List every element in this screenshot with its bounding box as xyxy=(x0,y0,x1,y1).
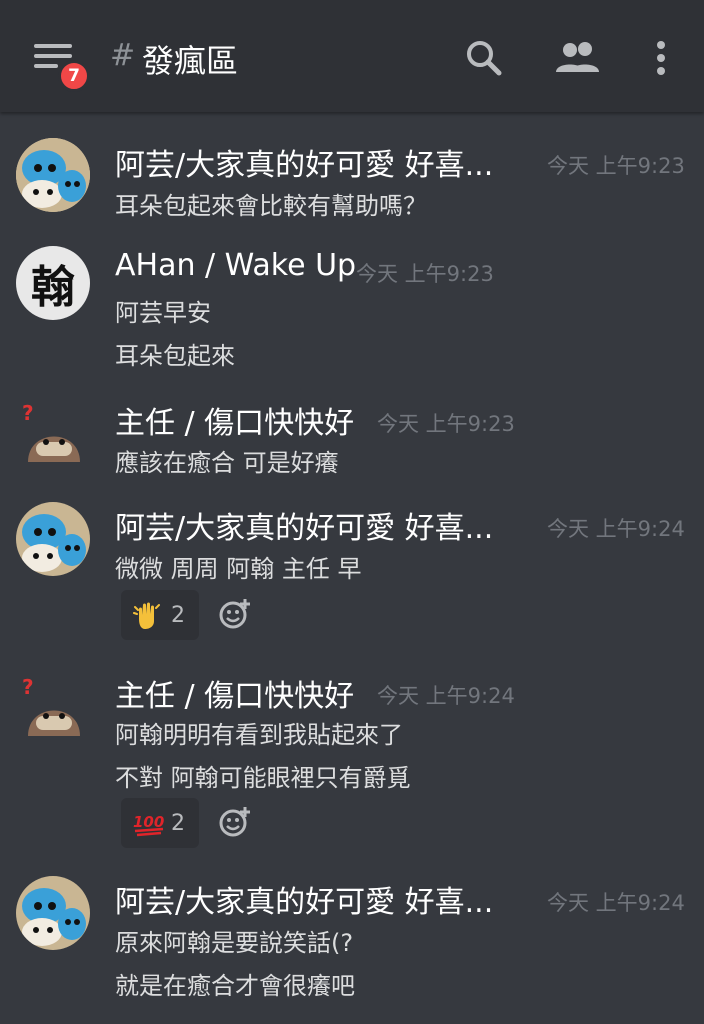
add-reaction-icon[interactable] xyxy=(218,805,252,839)
message-text: 阿芸早安 xyxy=(115,299,211,327)
avatar[interactable] xyxy=(16,138,90,212)
notification-badge: 7 xyxy=(58,60,90,92)
message-text: 微微 周周 阿翰 主任 早 xyxy=(115,555,362,583)
avatar-image-icon xyxy=(16,502,90,576)
reaction-count: 2 xyxy=(171,602,185,628)
svg-text:?: ? xyxy=(22,401,34,425)
avatar-character: 翰 xyxy=(31,262,75,313)
hundred-points-icon: 100 xyxy=(133,807,165,839)
message-text: 耳朵包起來 xyxy=(115,342,235,370)
username[interactable]: AHan / Wake Up xyxy=(115,248,356,283)
avatar-image-icon: ? xyxy=(22,401,80,462)
avatar-image-icon xyxy=(16,138,90,212)
message-text: 應該在癒合 可是好癢 xyxy=(115,449,339,477)
channel-title: 發瘋區 xyxy=(142,42,239,80)
timestamp: 今天 上午9:24 xyxy=(377,684,515,708)
reaction-count: 2 xyxy=(171,810,185,836)
waving-hands-icon xyxy=(133,599,165,631)
message-text: 就是在癒合才會很癢吧 xyxy=(115,972,355,1000)
username[interactable]: 主任 / 傷口快快好 xyxy=(115,398,354,442)
channel-header: 7 # 發瘋區 xyxy=(0,0,704,112)
timestamp: 今天 上午9:24 xyxy=(547,891,685,915)
svg-text:?: ? xyxy=(22,675,34,699)
avatar-image-icon xyxy=(16,876,90,950)
message-text: 阿翰明明有看到我貼起來了 xyxy=(115,721,403,749)
avatar[interactable] xyxy=(16,876,90,950)
message-text: 耳朵包起來會比較有幫助嗎？ xyxy=(115,192,427,220)
timestamp: 今天 上午9:24 xyxy=(547,517,685,541)
members-icon[interactable] xyxy=(555,40,603,74)
avatar[interactable]: ? xyxy=(16,672,90,746)
username[interactable]: 阿芸/大家真的好可愛 好喜... xyxy=(115,140,493,184)
timestamp: 今天 上午9:23 xyxy=(356,262,494,286)
message-text: 原來阿翰是要說笑話(? xyxy=(115,929,354,957)
reaction-button[interactable]: 100 2 xyxy=(121,798,199,848)
username[interactable]: 阿芸/大家真的好可愛 好喜... xyxy=(115,877,493,921)
username[interactable]: 主任 / 傷口快快好 xyxy=(115,671,354,715)
channel-hash-icon: # xyxy=(110,38,136,73)
timestamp: 今天 上午9:23 xyxy=(547,154,685,178)
timestamp: 今天 上午9:23 xyxy=(377,412,515,436)
add-reaction-icon[interactable] xyxy=(218,597,252,631)
username[interactable]: 阿芸/大家真的好可愛 好喜... xyxy=(115,503,493,547)
reaction-button[interactable]: 2 xyxy=(121,590,199,640)
avatar[interactable]: ? xyxy=(16,398,90,472)
avatar[interactable]: 翰 xyxy=(16,246,90,320)
more-options-icon[interactable] xyxy=(654,40,668,76)
search-icon[interactable] xyxy=(464,38,504,78)
message-text: 不對 阿翰可能眼裡只有爵覓 xyxy=(115,764,411,792)
avatar-image-icon: ? xyxy=(22,675,80,736)
avatar[interactable] xyxy=(16,502,90,576)
